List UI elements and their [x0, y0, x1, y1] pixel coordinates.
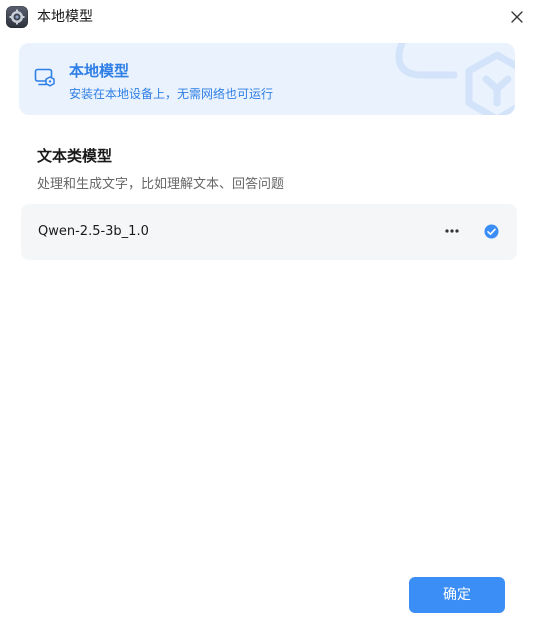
app-icon — [6, 6, 28, 28]
section-title: 文本类模型 — [37, 147, 113, 165]
confirm-button[interactable]: 确定 — [409, 577, 505, 613]
local-model-banner: 本地模型 安装在本地设备上，无需网络也可运行 — [19, 43, 515, 115]
close-icon — [511, 11, 523, 23]
title-bar: 本地模型 — [0, 0, 533, 34]
section-description: 处理和生成文字，比如理解文本、回答问题 — [37, 177, 285, 192]
local-device-icon — [34, 68, 55, 87]
selected-check-icon — [484, 224, 499, 239]
banner-decoration — [395, 43, 515, 115]
local-model-dialog: 本地模型 本地模型 安装在本地设备上，无需网络也可运行 文本类模型 处理和生成文… — [0, 0, 533, 631]
banner-title: 本地模型 — [69, 62, 130, 80]
window-title: 本地模型 — [37, 9, 93, 25]
banner-subtitle: 安装在本地设备上，无需网络也可运行 — [69, 87, 274, 101]
model-name: Qwen-2.5-3b_1.0 — [38, 224, 149, 239]
model-item[interactable]: Qwen-2.5-3b_1.0 — [21, 204, 517, 260]
more-options-button[interactable] — [441, 220, 463, 242]
close-button[interactable] — [506, 6, 528, 28]
more-icon — [445, 229, 459, 233]
